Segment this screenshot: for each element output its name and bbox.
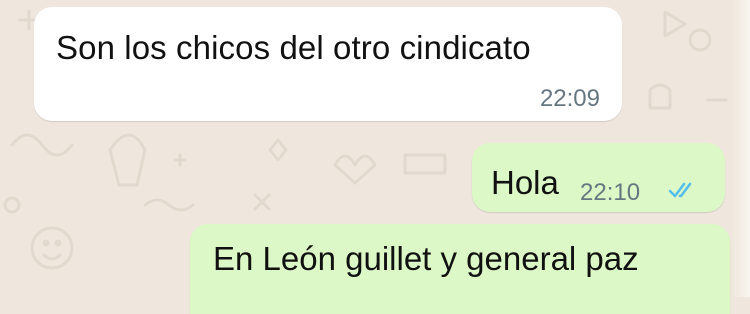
message-timestamp: 22:10 bbox=[580, 179, 641, 206]
outgoing-message-bubble[interactable]: En León guillet y general paz bbox=[190, 224, 730, 314]
message-timestamp: 22:09 bbox=[539, 85, 600, 112]
outgoing-message-bubble[interactable]: Hola 22:10 bbox=[472, 143, 725, 212]
message-text: En León guillet y general paz bbox=[213, 240, 639, 277]
double-check-read-icon bbox=[668, 182, 692, 198]
scroll-edge-fade bbox=[732, 0, 750, 297]
message-text: Son los chicos del otro cindicato bbox=[56, 29, 531, 66]
message-text: Hola bbox=[491, 164, 559, 201]
incoming-message-bubble[interactable]: Son los chicos del otro cindicato 22:09 bbox=[34, 7, 622, 121]
